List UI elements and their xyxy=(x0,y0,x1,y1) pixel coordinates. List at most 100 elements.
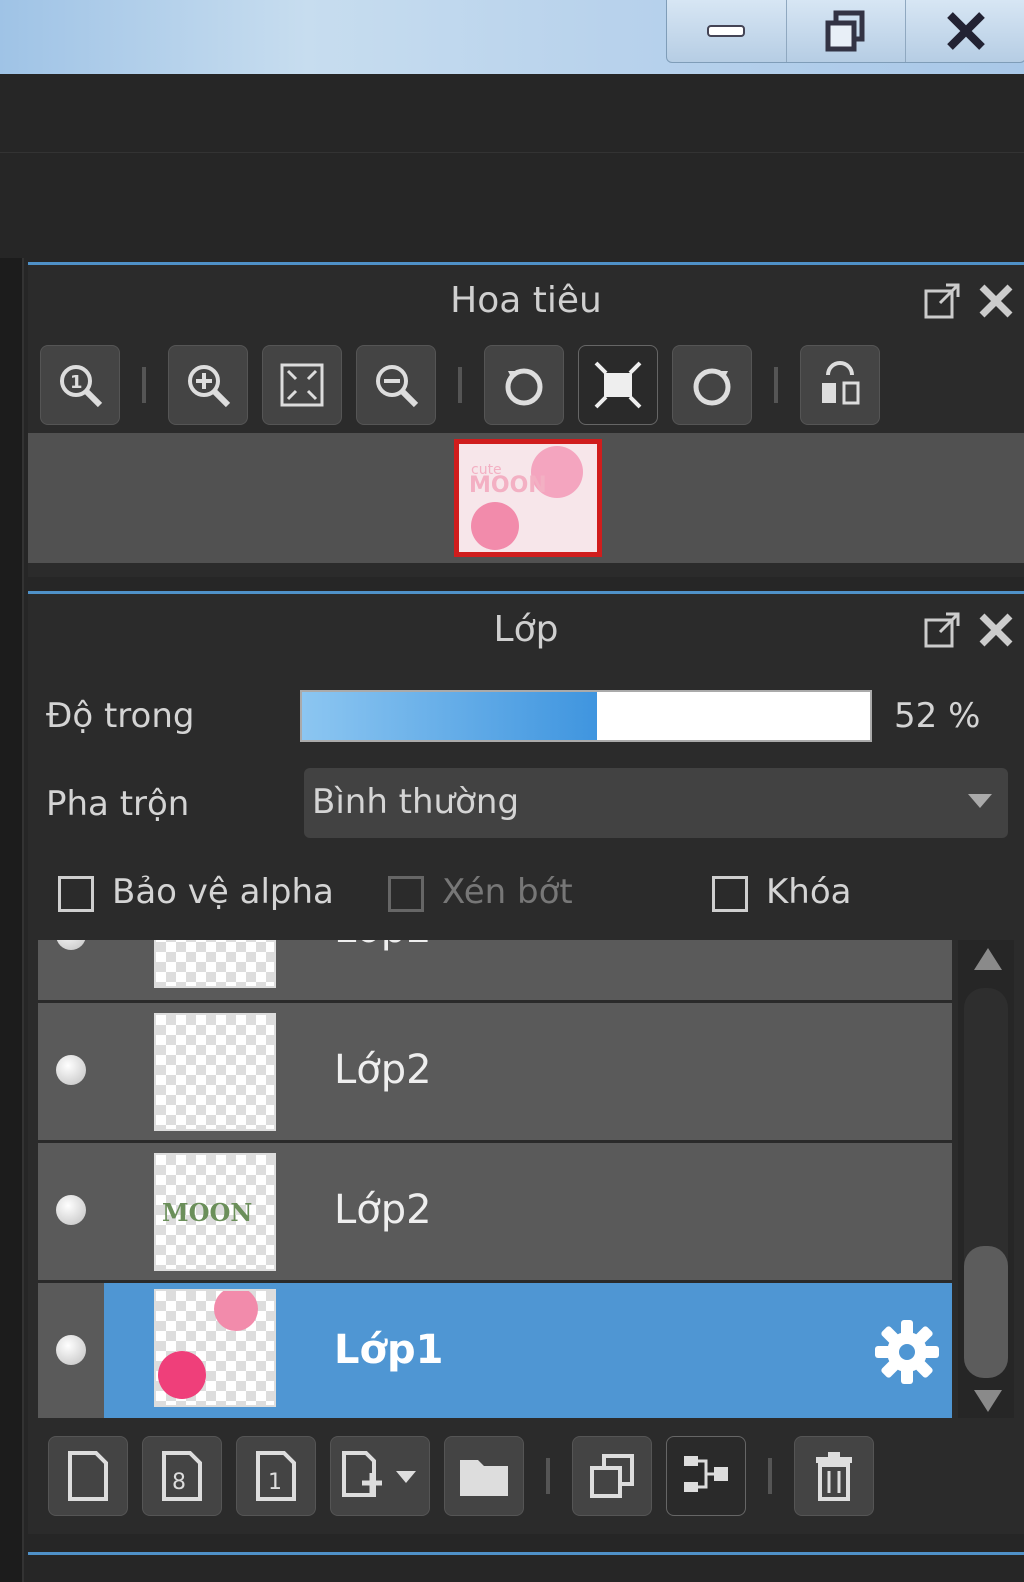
restore-icon xyxy=(825,10,865,52)
blend-mode-select[interactable]: Bình thường xyxy=(304,768,1008,838)
minimize-button[interactable] xyxy=(667,0,787,62)
fit-window-button[interactable] xyxy=(578,345,658,425)
chevron-down-icon xyxy=(968,794,992,808)
restore-button[interactable] xyxy=(787,0,907,62)
navigator-title: Hoa tiêu xyxy=(450,280,602,321)
protect-alpha-label: Bảo vệ alpha xyxy=(112,872,334,912)
lock-checkbox[interactable]: Khóa xyxy=(712,872,851,912)
new-8bit-layer-icon: 8 xyxy=(162,1451,202,1501)
panel-divider xyxy=(28,1552,1024,1555)
zoom-in-button[interactable] xyxy=(168,345,248,425)
clipping-label: Xén bớt xyxy=(442,872,573,912)
clipping-checkbox[interactable]: Xén bớt xyxy=(388,872,573,912)
flip-icon xyxy=(822,361,860,405)
separator xyxy=(768,1458,772,1494)
visibility-icon[interactable] xyxy=(56,1055,86,1085)
delete-icon xyxy=(816,1452,852,1501)
duplicate-layer-button[interactable] xyxy=(572,1436,652,1516)
fit-icon xyxy=(280,363,324,407)
visibility-icon[interactable] xyxy=(56,940,86,950)
minimize-icon xyxy=(707,25,746,37)
close-button[interactable] xyxy=(906,0,1024,62)
opacity-slider[interactable] xyxy=(300,690,872,742)
scroll-down-icon[interactable] xyxy=(974,1390,1002,1414)
layer-row-selected[interactable]: Lớp1 xyxy=(38,1283,952,1418)
visibility-icon[interactable] xyxy=(56,1195,86,1225)
rotate-right-button[interactable] xyxy=(672,345,752,425)
svg-text:1: 1 xyxy=(70,372,83,393)
fit-window-icon xyxy=(594,361,642,409)
rotate-left-button[interactable] xyxy=(484,345,564,425)
checkbox-box xyxy=(58,875,94,912)
layer-thumbnail xyxy=(154,1013,276,1131)
blend-label: Pha trộn xyxy=(46,784,190,824)
flip-button[interactable] xyxy=(800,345,880,425)
canvas-edge xyxy=(0,258,24,1582)
layers-title: Lớp xyxy=(493,609,559,650)
layer-row[interactable]: Lớp2 xyxy=(38,940,952,1003)
thumbnail-image: MOON cute xyxy=(469,446,583,550)
opacity-label: Độ trong xyxy=(46,696,195,736)
navigator-preview[interactable]: MOON cute xyxy=(28,433,1024,563)
svg-text:cute: cute xyxy=(471,462,502,478)
new-layer-button[interactable] xyxy=(48,1436,128,1516)
layer-row[interactable]: Lớp2 xyxy=(38,1003,952,1143)
layers-header: Lớp xyxy=(28,594,1024,666)
merge-icon xyxy=(684,1456,728,1492)
rotate-right-icon xyxy=(693,368,731,406)
layer-thumbnail xyxy=(154,940,276,988)
zoom-actual-button[interactable]: 1 xyxy=(40,345,120,425)
layer-list: Lớp2 Lớp2 MOON Lớp2 Lớp1 xyxy=(38,940,952,1418)
zoom-actual-icon: 1 xyxy=(60,365,103,408)
layer-name: Lớp2 xyxy=(334,1047,432,1093)
new-1bit-layer-button[interactable]: 1 xyxy=(236,1436,316,1516)
layer-toolbar: 8 1 xyxy=(38,1428,1024,1524)
layer-thumbnail xyxy=(154,1289,276,1407)
layer-thumbnail: MOON xyxy=(154,1153,276,1271)
separator xyxy=(546,1458,550,1494)
scroll-thumb[interactable] xyxy=(964,1246,1008,1378)
zoom-out-icon xyxy=(376,365,419,408)
undock-icon[interactable] xyxy=(922,281,962,321)
svg-text:8: 8 xyxy=(172,1470,186,1495)
scroll-up-icon[interactable] xyxy=(974,948,1002,972)
navigator-panel: Hoa tiêu 1 MOON cute xyxy=(28,262,1024,577)
rotate-left-icon xyxy=(505,368,543,406)
navigator-toolbar: 1 xyxy=(28,337,1024,433)
checkbox-box xyxy=(388,875,424,912)
new-8bit-layer-button[interactable]: 8 xyxy=(142,1436,222,1516)
gear-icon[interactable] xyxy=(874,1319,940,1385)
canvas-thumbnail: MOON cute xyxy=(454,439,602,557)
svg-text:MOON: MOON xyxy=(162,1198,252,1227)
window-controls xyxy=(666,0,1024,63)
delete-layer-button[interactable] xyxy=(794,1436,874,1516)
menu-bar xyxy=(0,74,1024,153)
opacity-value: 52 % xyxy=(894,696,981,736)
svg-text:1: 1 xyxy=(268,1470,282,1495)
separator xyxy=(458,367,462,403)
zoom-in-icon xyxy=(188,365,231,408)
new-folder-button[interactable] xyxy=(444,1436,524,1516)
separator xyxy=(142,367,146,403)
layer-row[interactable]: MOON Lớp2 xyxy=(38,1143,952,1283)
visibility-icon[interactable] xyxy=(56,1335,86,1365)
checkbox-box xyxy=(712,875,748,912)
add-layer-menu-button[interactable] xyxy=(330,1436,430,1516)
protect-alpha-checkbox[interactable]: Bảo vệ alpha xyxy=(58,872,334,912)
fit-button[interactable] xyxy=(262,345,342,425)
duplicate-icon xyxy=(590,1454,634,1498)
undock-icon[interactable] xyxy=(922,610,962,650)
merge-layer-button[interactable] xyxy=(666,1436,746,1516)
tool-bar xyxy=(0,153,1024,255)
folder-icon xyxy=(460,1460,508,1496)
zoom-out-button[interactable] xyxy=(356,345,436,425)
close-icon xyxy=(946,12,985,50)
lock-label: Khóa xyxy=(766,872,852,912)
layer-name: Lớp2 xyxy=(334,940,432,952)
close-panel-icon[interactable] xyxy=(976,610,1016,650)
opacity-slider-fill xyxy=(302,692,598,740)
layer-scrollbar[interactable] xyxy=(958,940,1014,1418)
thumbnail-image xyxy=(158,1291,258,1399)
close-panel-icon[interactable] xyxy=(976,281,1016,321)
navigator-header: Hoa tiêu xyxy=(28,265,1024,337)
